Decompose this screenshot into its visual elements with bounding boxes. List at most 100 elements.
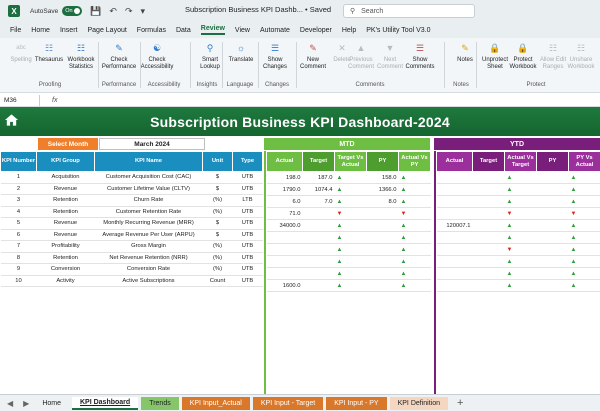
menu-tab-developer[interactable]: Developer <box>300 27 332 34</box>
kpi-name-cell[interactable]: Customer Retention Rate <box>94 206 203 218</box>
protect-workbook-button[interactable]: 🔒 Protect Workbook <box>508 41 538 71</box>
menu-tab-formulas[interactable]: Formulas <box>137 27 166 34</box>
py-value-cell[interactable] <box>536 183 569 196</box>
indicator-cell[interactable]: ▲ <box>398 183 431 196</box>
kpi-num-cell[interactable]: 10 <box>0 275 37 287</box>
indicator-cell[interactable]: ▲ <box>398 171 431 184</box>
kpi-name-cell[interactable]: Net Revenue Retention (NRR) <box>94 252 203 264</box>
kpi-unit-cell[interactable]: (%) <box>202 194 233 207</box>
kpi-name-cell[interactable]: Active Subscriptions <box>94 275 203 287</box>
kpi-group-cell[interactable]: Retention <box>36 252 95 264</box>
py-value-cell[interactable] <box>536 243 569 256</box>
undo-icon[interactable]: ↶ <box>109 6 117 17</box>
kpi-group-cell[interactable]: Acquisition <box>36 171 95 184</box>
kpi-num-cell[interactable]: 1 <box>0 171 37 184</box>
py-value-cell[interactable] <box>366 267 399 280</box>
target-value-cell[interactable] <box>302 255 335 268</box>
allow-edit-ranges-button[interactable]: ☷ Allow Edit Ranges <box>538 41 568 71</box>
indicator-cell[interactable]: ▲ <box>504 219 537 232</box>
py-value-cell[interactable] <box>366 279 399 292</box>
kpi-num-cell[interactable]: 4 <box>0 206 37 218</box>
target-value-cell[interactable] <box>302 219 335 232</box>
sheet-tab-kpi-input-target[interactable]: KPI Input - Target <box>252 396 324 410</box>
kpi-name-cell[interactable]: Customer Acquisition Cost (CAC) <box>94 171 203 184</box>
unshare-workbook-button[interactable]: ☷ Unshare Workbook <box>566 41 596 71</box>
kpi-name-cell[interactable]: Monthly Recurring Revenue (MRR) <box>94 217 203 230</box>
indicator-cell[interactable]: ▲ <box>334 267 367 280</box>
sheet-tab-kpi-input-actual[interactable]: KPI Input_Actual <box>181 396 250 410</box>
indicator-cell[interactable]: ▲ <box>504 231 537 244</box>
actual-value-cell[interactable] <box>436 183 473 196</box>
actual-value-cell[interactable]: 6.0 <box>266 195 303 208</box>
indicator-cell[interactable]: ▲ <box>334 231 367 244</box>
menu-tab-page-layout[interactable]: Page Layout <box>87 27 126 34</box>
py-value-cell[interactable]: 8.0 <box>366 195 399 208</box>
indicator-cell[interactable]: ▲ <box>568 171 600 184</box>
kpi-unit-cell[interactable]: $ <box>202 171 233 184</box>
target-value-cell[interactable] <box>472 243 505 256</box>
add-sheet-icon[interactable]: + <box>457 397 463 409</box>
py-value-cell[interactable] <box>536 207 569 220</box>
indicator-cell[interactable]: ▲ <box>504 279 537 292</box>
target-value-cell[interactable] <box>302 231 335 244</box>
tab-scroll-left-icon[interactable]: ◀ <box>7 399 13 408</box>
kpi-type-cell[interactable]: UTB <box>232 183 263 195</box>
target-value-cell[interactable] <box>302 267 335 280</box>
target-value-cell[interactable] <box>472 231 505 244</box>
translate-button[interactable]: ☼ Translate <box>226 41 256 64</box>
smart-lookup-button[interactable]: ⚲ Smart Lookup <box>195 41 225 71</box>
kpi-group-cell[interactable]: Conversion <box>36 263 95 276</box>
sheet-tab-kpi-dashboard[interactable]: KPI Dashboard <box>72 396 139 410</box>
target-value-cell[interactable] <box>302 279 335 292</box>
indicator-cell[interactable]: ▲ <box>568 267 600 280</box>
py-value-cell[interactable] <box>536 195 569 208</box>
kpi-unit-cell[interactable]: $ <box>202 183 233 195</box>
py-value-cell[interactable] <box>536 267 569 280</box>
kpi-type-cell[interactable]: UTB <box>232 275 263 287</box>
indicator-cell[interactable]: ▲ <box>504 171 537 184</box>
previous-comment-button[interactable]: ▲ Previous Comment <box>346 41 376 71</box>
indicator-cell[interactable]: ▲ <box>568 243 600 256</box>
actual-value-cell[interactable]: 34000.0 <box>266 219 303 232</box>
indicator-cell[interactable]: ▼ <box>398 207 431 220</box>
indicator-cell[interactable]: ▼ <box>504 243 537 256</box>
kpi-group-cell[interactable]: Retention <box>36 206 95 218</box>
kpi-num-cell[interactable]: 5 <box>0 217 37 230</box>
target-value-cell[interactable]: 187.0 <box>302 171 335 184</box>
tab-scroll-right-icon[interactable]: ▶ <box>23 399 29 408</box>
unprotect-sheet-button[interactable]: 🔒 Unprotect Sheet <box>480 41 510 71</box>
redo-icon[interactable]: ↷ <box>125 6 133 17</box>
menu-tab-pk-s-utility-tool-v3-0[interactable]: PK's Utility Tool V3.0 <box>366 27 430 34</box>
target-value-cell[interactable] <box>472 171 505 184</box>
menu-tab-insert[interactable]: Insert <box>60 27 78 34</box>
py-value-cell[interactable] <box>536 171 569 184</box>
indicator-cell[interactable]: ▲ <box>398 267 431 280</box>
py-value-cell[interactable] <box>366 219 399 232</box>
actual-value-cell[interactable]: 120007.1 <box>436 219 473 232</box>
kpi-type-cell[interactable]: UTB <box>232 171 263 184</box>
menu-tab-home[interactable]: Home <box>31 27 50 34</box>
kpi-group-cell[interactable]: Activity <box>36 275 95 287</box>
workbook-statistics-button[interactable]: ☷ Workbook Statistics <box>66 41 96 71</box>
actual-value-cell[interactable] <box>436 207 473 220</box>
kpi-name-cell[interactable]: Customer Lifetime Value (CLTV) <box>94 183 203 195</box>
kpi-group-cell[interactable]: Profitability <box>36 240 95 253</box>
kpi-group-cell[interactable]: Revenue <box>36 229 95 241</box>
py-value-cell[interactable] <box>366 243 399 256</box>
target-value-cell[interactable] <box>302 243 335 256</box>
menu-tab-automate[interactable]: Automate <box>260 27 290 34</box>
indicator-cell[interactable]: ▲ <box>504 267 537 280</box>
actual-value-cell[interactable]: 71.0 <box>266 207 303 220</box>
py-value-cell[interactable] <box>536 279 569 292</box>
actual-value-cell[interactable]: 1790.0 <box>266 183 303 196</box>
select-month-dropdown[interactable]: March 2024 <box>99 138 205 150</box>
kpi-type-cell[interactable]: UTB <box>232 217 263 230</box>
kpi-unit-cell[interactable]: $ <box>202 217 233 230</box>
function-icon[interactable]: fx <box>52 97 57 104</box>
kpi-num-cell[interactable]: 8 <box>0 252 37 264</box>
new-comment-button[interactable]: ✎ New Comment <box>298 41 328 71</box>
kpi-type-cell[interactable]: LTB <box>232 194 263 207</box>
indicator-cell[interactable]: ▲ <box>334 279 367 292</box>
target-value-cell[interactable] <box>472 195 505 208</box>
indicator-cell[interactable]: ▲ <box>398 219 431 232</box>
